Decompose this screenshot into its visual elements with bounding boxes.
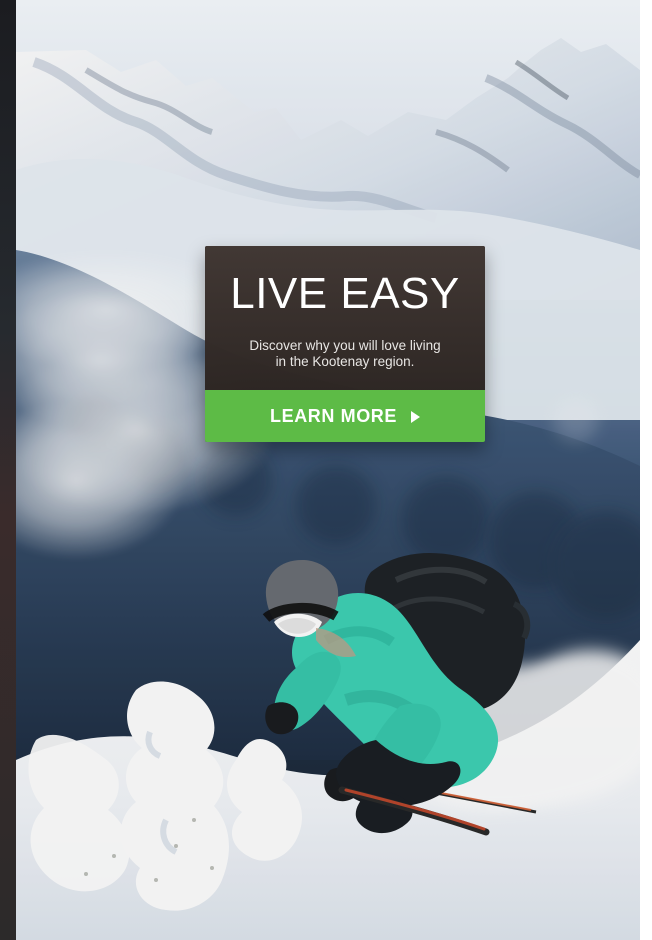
promo-card-header: LIVE EASY Discover why you will love liv…	[205, 246, 485, 390]
left-edge-strip	[0, 0, 16, 940]
promo-title: LIVE EASY	[230, 269, 460, 318]
hero-scene: LIVE EASY Discover why you will love liv…	[16, 0, 640, 940]
right-white-border	[640, 0, 652, 940]
screen: LIVE EASY Discover why you will love liv…	[0, 0, 652, 940]
learn-more-label: LEARN MORE	[270, 405, 397, 426]
hero-background-art	[16, 0, 640, 940]
promo-body: Discover why you will love living in the…	[223, 338, 467, 371]
play-triangle-icon	[411, 411, 420, 423]
promo-body-line-1: Discover why you will love living	[249, 338, 441, 353]
learn-more-button[interactable]: LEARN MORE	[205, 390, 485, 442]
promo-body-line-2: in the Kootenay region.	[275, 354, 415, 370]
promo-card: LIVE EASY Discover why you will love liv…	[205, 246, 485, 442]
